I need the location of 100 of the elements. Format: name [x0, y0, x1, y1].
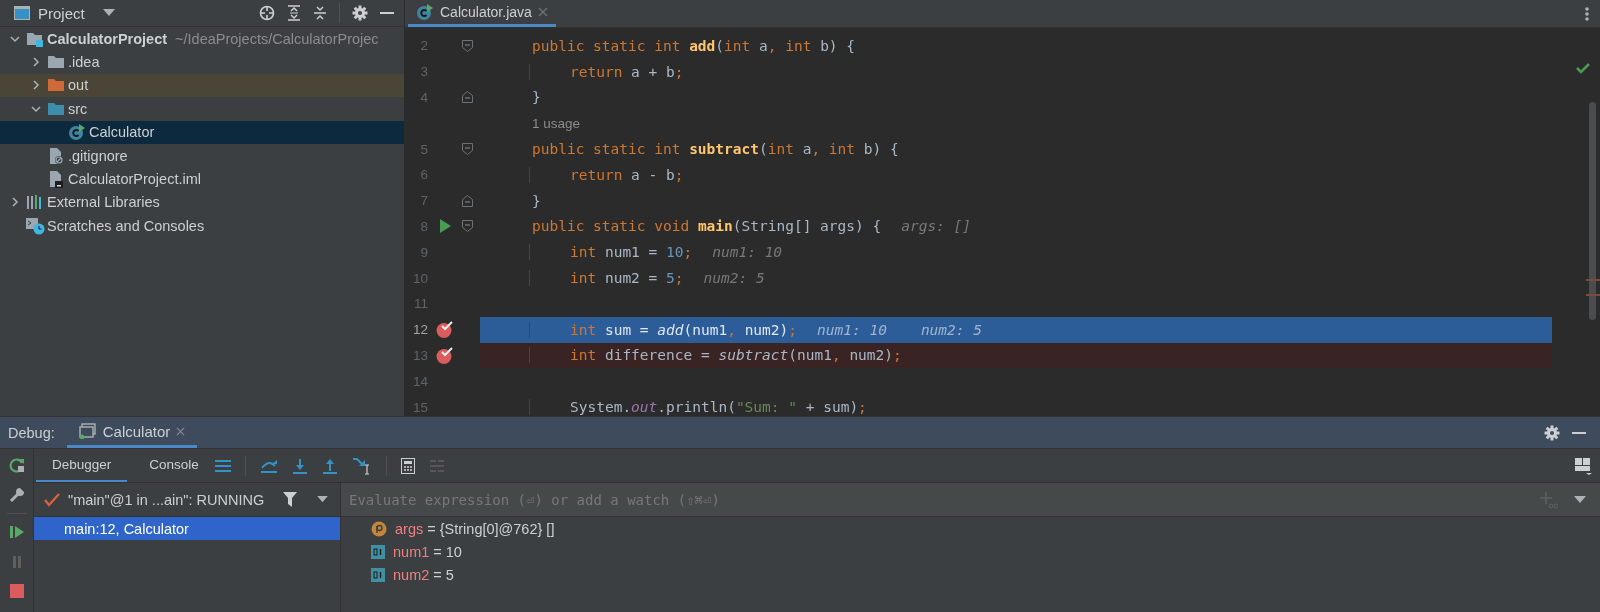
folder-icon: [47, 78, 65, 93]
module-folder-icon: [26, 30, 44, 47]
file-tab[interactable]: Calculator.java: [408, 0, 556, 27]
line-number: 9: [419, 244, 428, 260]
line-number: 13: [411, 347, 428, 363]
line-number: 4: [419, 90, 428, 105]
variable-entry[interactable]: args = {String[0]@762} []: [395, 520, 555, 537]
code-line: return a - b;: [529, 166, 684, 183]
caret-down-icon[interactable]: [102, 9, 115, 17]
variable-icon: [371, 544, 385, 559]
tree-item[interactable]: out: [67, 77, 89, 94]
stop-icon[interactable]: [9, 584, 24, 598]
code-line: public static void main(String[] args) {: [532, 218, 882, 235]
line-number: 2: [419, 38, 428, 54]
scratches-icon: [25, 216, 45, 235]
file-icon: [48, 170, 64, 189]
code-line: int num1 = 10;: [529, 244, 693, 261]
code-line: }: [532, 192, 541, 209]
line-number: 10: [411, 270, 428, 286]
code-line: return a + b;: [529, 63, 684, 80]
variable-entry[interactable]: num1 = 10: [393, 543, 462, 560]
code-line: int difference = subtract(num1, num2);: [529, 347, 902, 364]
tree-item[interactable]: Calculator: [88, 124, 155, 141]
fold-icon[interactable]: [462, 143, 473, 156]
usage-hint[interactable]: 1 usage: [532, 115, 581, 131]
class-icon: [416, 3, 434, 21]
line-number: 12: [411, 322, 428, 338]
console-icon: [78, 423, 97, 439]
tree-item[interactable]: External Libraries: [46, 194, 160, 211]
code-line: public static int subtract(int a, int b) {: [532, 141, 899, 158]
tree-item[interactable]: src: [67, 100, 88, 117]
inline-value-hint: num1: 10: [712, 244, 783, 261]
step-into-icon[interactable]: [291, 457, 308, 474]
code-line: int sum = add(num1, num2);: [529, 321, 798, 338]
variable-entry[interactable]: num2 = 5: [393, 566, 454, 583]
close-icon[interactable]: [176, 426, 186, 436]
tree-item[interactable]: .gitignore: [67, 147, 128, 164]
tree-item[interactable]: CalculatorProject: [46, 30, 168, 47]
line-number: 6: [419, 167, 428, 183]
inline-value-hint: num1: 10: [817, 321, 887, 338]
checkmark-icon: [1576, 63, 1590, 74]
code-line: }: [532, 89, 541, 106]
layout-icon[interactable]: [1574, 456, 1592, 475]
caret-down-icon[interactable]: [1574, 495, 1586, 504]
line-number: 5: [419, 141, 428, 157]
caret-down-icon[interactable]: [317, 496, 328, 503]
folder-icon: [47, 101, 65, 116]
tree-item[interactable]: CalculatorProject.iml: [67, 171, 201, 188]
panel-title[interactable]: Project: [38, 4, 85, 22]
calculator-icon[interactable]: [400, 457, 415, 474]
session-tab[interactable]: Calculator: [66, 417, 198, 448]
line-number: 15: [411, 399, 428, 415]
expand-all-icon[interactable]: [287, 5, 301, 21]
step-over-icon[interactable]: [259, 457, 278, 474]
line-number: 11: [413, 296, 428, 312]
fold-icon[interactable]: [462, 194, 473, 207]
panel-title: Debug:: [8, 424, 55, 441]
class-icon: [68, 123, 86, 142]
debugger-tab[interactable]: Console: [133, 449, 215, 482]
wrench-icon[interactable]: [8, 487, 25, 503]
library-icon: [26, 194, 44, 211]
breakpoint-icon[interactable]: [436, 346, 454, 364]
filter-icon[interactable]: [283, 492, 297, 507]
chevron-right-icon[interactable]: [30, 56, 42, 69]
line-number: 14: [411, 373, 428, 389]
fold-icon[interactable]: [462, 220, 473, 233]
collapse-all-icon[interactable]: [313, 5, 327, 21]
breakpoint-icon[interactable]: [436, 321, 454, 339]
more-vertical-icon[interactable]: [1584, 5, 1590, 22]
tree-item[interactable]: .idea: [67, 54, 100, 71]
parameter-icon: [371, 520, 387, 537]
fold-icon[interactable]: [462, 39, 473, 52]
line-number: 7: [419, 193, 428, 209]
inline-value-hint: args: []: [901, 218, 972, 235]
chevron-right-icon[interactable]: [30, 79, 42, 92]
tree-item[interactable]: Scratches and Consoles: [46, 217, 205, 234]
inline-value-hint: num2: 5: [703, 270, 765, 287]
file-icon: [48, 146, 64, 165]
code-line: System.out.println("Sum: " + sum);: [529, 399, 867, 416]
run-to-cursor-icon[interactable]: [351, 456, 372, 475]
line-number: 8: [419, 218, 428, 234]
project-path: ~/IdeaProjects/CalculatorProjec: [175, 30, 379, 47]
checkmark-icon: [44, 492, 60, 507]
window-icon: [14, 6, 30, 20]
settings-icon[interactable]: [352, 5, 368, 21]
step-out-icon[interactable]: [321, 457, 338, 474]
code-line: public static int add(int a, int b) {: [532, 37, 856, 54]
code-line: int num2 = 5;: [529, 270, 684, 287]
settings-icon[interactable]: [1544, 424, 1560, 441]
resume-icon[interactable]: [8, 524, 25, 540]
debugger-tab[interactable]: Debugger: [36, 449, 128, 482]
scrollbar[interactable]: [1589, 102, 1596, 320]
crosshair-icon[interactable]: [259, 5, 275, 21]
chevron-right-icon[interactable]: [9, 196, 21, 209]
run-icon[interactable]: [439, 219, 451, 234]
fold-icon[interactable]: [462, 91, 473, 104]
thread-selector[interactable]: "main"@1 in ...ain": RUNNING: [68, 491, 265, 508]
stack-frame[interactable]: main:12, Calculator: [34, 517, 340, 540]
rerun-icon[interactable]: [8, 457, 25, 473]
menu-icon[interactable]: [214, 458, 231, 473]
